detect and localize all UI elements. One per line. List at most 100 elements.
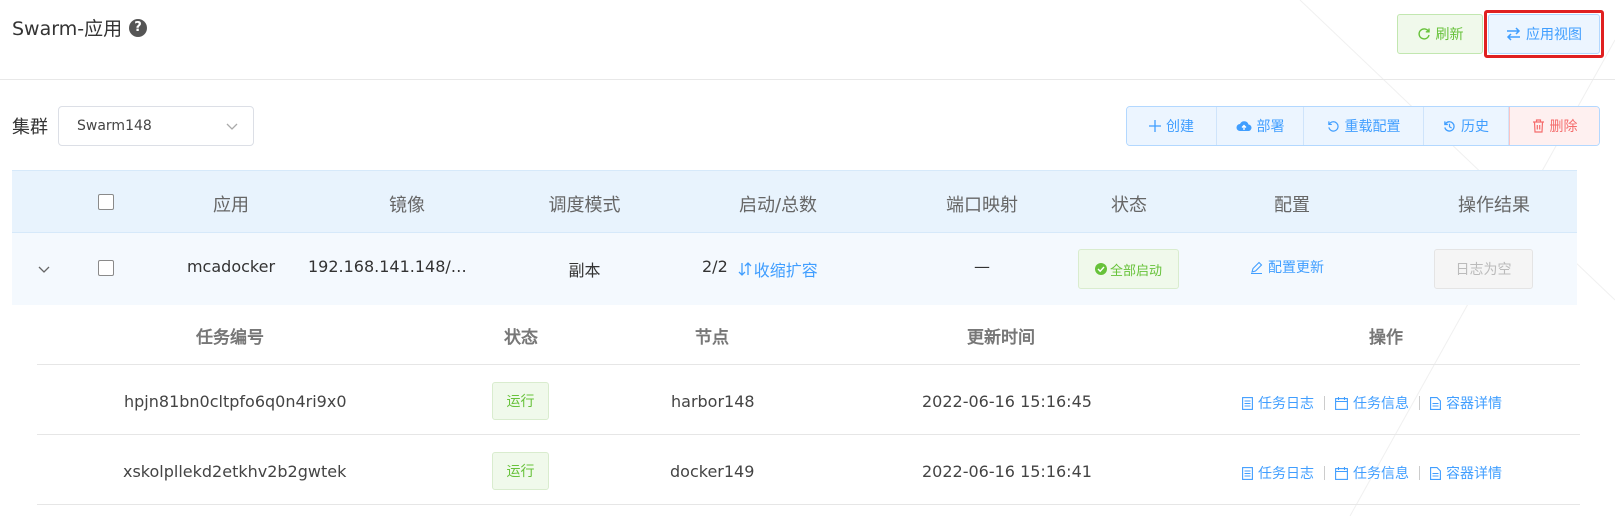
tasks-table: 任务编号 状态 节点 更新时间 操作 hpjn81bn0cltpfo6q0n4r…	[37, 305, 1580, 512]
calendar-icon	[1335, 466, 1348, 480]
task-id: hpjn81bn0cltpfo6q0n4ri9x0	[124, 392, 347, 411]
reload-config-button[interactable]: 重载配置	[1304, 107, 1424, 145]
col-header-start-total: 启动/总数	[738, 195, 818, 216]
apps-table-header: 应用 镜像 调度模式 启动/总数 端口映射 状态 配置 操作结果	[12, 170, 1577, 233]
port-mapping: —	[974, 257, 990, 276]
container-detail-label: 容器详情	[1446, 396, 1502, 412]
start-total-value: 2/2	[702, 257, 728, 276]
task-operations: 任务日志 任务信息 容器详情	[1242, 393, 1502, 413]
app-view-label: 应用视图	[1526, 27, 1582, 43]
col-header-status: 状态	[1111, 195, 1147, 216]
task-info-label: 任务信息	[1353, 396, 1409, 412]
task-log-link[interactable]: 任务日志	[1242, 393, 1314, 413]
app-view-button[interactable]: 应用视图	[1488, 14, 1600, 54]
task-status-badge: 运行	[492, 382, 549, 420]
cluster-select[interactable]: Swarm148	[58, 106, 254, 146]
col-header-result: 操作结果	[1458, 195, 1530, 216]
container-detail-link[interactable]: 容器详情	[1430, 463, 1502, 483]
cloud-upload-icon	[1236, 121, 1252, 132]
file-text-icon	[1430, 466, 1441, 480]
task-update-time: 2022-06-16 15:16:41	[922, 462, 1092, 481]
task-col-header-status: 状态	[504, 328, 538, 348]
status-label: 全部启动	[1109, 263, 1162, 279]
history-label: 历史	[1461, 119, 1489, 135]
table-row: mcadocker 192.168.141.148/… 副本 2/2 收缩扩容 …	[12, 233, 1577, 305]
history-icon	[1444, 120, 1455, 132]
calendar-icon	[1335, 396, 1348, 410]
swap-icon	[1506, 27, 1521, 41]
divider	[37, 434, 1580, 435]
divider	[37, 504, 1580, 505]
task-node: harbor148	[671, 392, 755, 411]
status-badge: 全部启动	[1078, 249, 1179, 289]
task-status-badge: 运行	[492, 452, 549, 490]
cluster-select-value: Swarm148	[77, 118, 152, 134]
delete-button[interactable]: 删除	[1509, 107, 1599, 145]
task-col-header-node: 节点	[695, 328, 729, 348]
task-log-label: 任务日志	[1258, 396, 1314, 412]
refresh-button[interactable]: 刷新	[1397, 14, 1483, 54]
task-info-link[interactable]: 任务信息	[1335, 463, 1409, 483]
check-circle-icon	[1094, 263, 1107, 275]
row-checkbox[interactable]	[98, 260, 114, 276]
page-title: Swarm-应用	[12, 18, 123, 40]
col-header-config: 配置	[1274, 195, 1310, 216]
document-icon	[1242, 396, 1253, 410]
task-info-link[interactable]: 任务信息	[1335, 393, 1409, 413]
task-update-time: 2022-06-16 15:16:45	[922, 392, 1092, 411]
create-label: 创建	[1166, 119, 1194, 135]
col-header-image: 镜像	[389, 195, 425, 216]
scale-arrows-icon	[738, 262, 752, 276]
delete-label: 删除	[1549, 119, 1578, 135]
separator	[1324, 466, 1325, 480]
create-button[interactable]: 创建	[1127, 107, 1217, 145]
deploy-label: 部署	[1256, 119, 1285, 135]
task-operations: 任务日志 任务信息 容器详情	[1242, 463, 1502, 483]
container-detail-label: 容器详情	[1446, 466, 1502, 482]
plus-icon	[1149, 120, 1161, 132]
task-col-header-time: 更新时间	[967, 328, 1035, 348]
log-empty-button: 日志为空	[1434, 249, 1533, 289]
separator	[1324, 396, 1325, 410]
refresh-icon	[1417, 28, 1430, 40]
reload-icon	[1327, 120, 1339, 132]
task-info-label: 任务信息	[1353, 466, 1409, 482]
task-col-header-id: 任务编号	[196, 328, 264, 348]
separator	[1419, 466, 1420, 480]
deploy-button[interactable]: 部署	[1217, 107, 1304, 145]
reload-config-label: 重载配置	[1344, 119, 1401, 135]
action-button-group: 创建 部署 重载配置 历史 删除	[1126, 106, 1600, 146]
file-text-icon	[1430, 396, 1441, 410]
swarm-app-page: Swarm-应用 ? 刷新 应用视图 集群 Swarm148 创建 部署 重载配…	[0, 0, 1615, 516]
schedule-mode: 副本	[568, 261, 601, 280]
scale-label: 收缩扩容	[753, 261, 818, 280]
select-all-checkbox[interactable]	[98, 194, 114, 210]
task-log-link[interactable]: 任务日志	[1242, 463, 1314, 483]
history-button[interactable]: 历史	[1424, 107, 1509, 145]
document-icon	[1242, 466, 1253, 480]
container-detail-link[interactable]: 容器详情	[1430, 393, 1502, 413]
task-id: xskolpllekd2etkhv2b2gwtek	[123, 462, 347, 481]
separator	[1419, 396, 1420, 410]
page-header: Swarm-应用 ? 刷新 应用视图	[0, 0, 1615, 80]
task-log-label: 任务日志	[1258, 466, 1314, 482]
config-update-label: 配置更新	[1268, 260, 1324, 276]
col-header-app: 应用	[213, 195, 249, 216]
help-icon[interactable]: ?	[129, 19, 147, 37]
refresh-label: 刷新	[1435, 27, 1464, 43]
chevron-down-icon	[226, 123, 238, 130]
trash-icon	[1532, 119, 1544, 133]
cluster-label: 集群	[12, 117, 48, 138]
task-col-header-ops: 操作	[1369, 328, 1403, 348]
task-node: docker149	[670, 462, 755, 481]
app-name: mcadocker	[186, 257, 276, 276]
divider	[37, 364, 1580, 365]
chevron-down-icon[interactable]	[36, 261, 52, 277]
scale-link[interactable]: 收缩扩容	[738, 257, 818, 281]
col-header-schedule: 调度模式	[548, 195, 621, 216]
image-name: 192.168.141.148/…	[308, 257, 467, 276]
config-update-link[interactable]: 配置更新	[1250, 257, 1324, 277]
edit-icon	[1251, 261, 1263, 274]
start-total-cell: 2/2 收缩扩容	[702, 257, 862, 281]
col-header-ports: 端口映射	[946, 195, 1018, 216]
